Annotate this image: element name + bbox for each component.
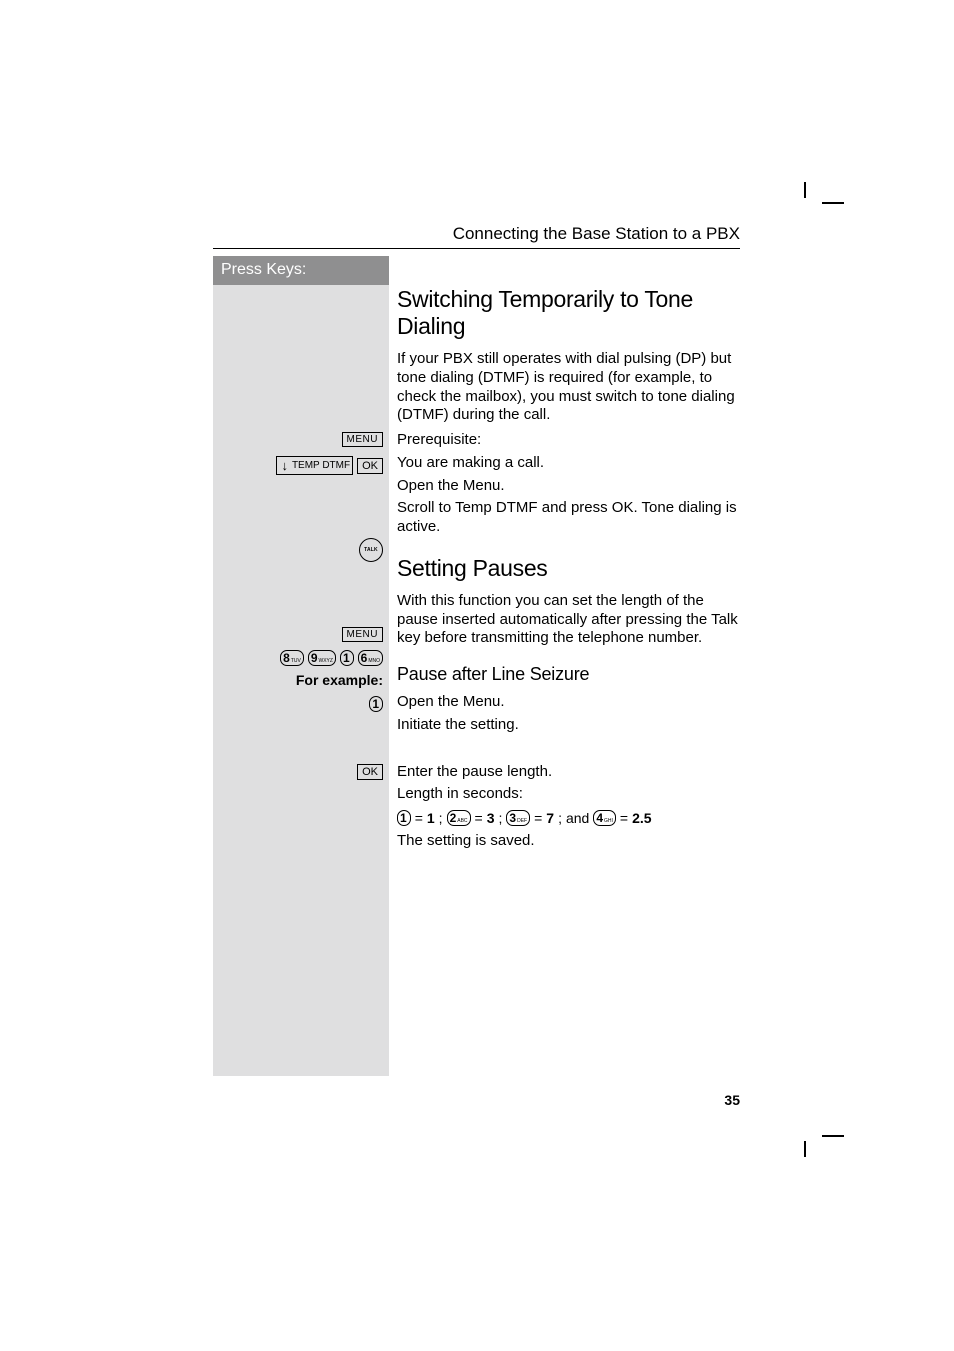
for-example-label-row: For example: [215, 672, 383, 688]
enter-pause-length: Enter the pause length. [397, 763, 740, 782]
press-keys-label: Press Keys: [213, 256, 389, 285]
key-3: 3DEF [506, 810, 530, 826]
key-8[interactable]: 8TUV [280, 650, 304, 666]
key-1[interactable]: 1 [340, 650, 354, 666]
down-arrow-icon: ↓ [279, 458, 290, 473]
key-6[interactable]: 6MNO [358, 650, 383, 666]
tone-open-menu: Open the Menu. [397, 477, 740, 496]
subheading-line-seizure: Pause after Line Seizure [397, 664, 740, 685]
key-row-menu-1: MENU [215, 432, 383, 447]
tempdtmf-label: TEMP DTMF [292, 460, 350, 471]
prereq-label: Prerequisite: [397, 431, 740, 450]
running-header: Connecting the Base Station to a PBX [213, 224, 740, 244]
ok-key[interactable]: OK [357, 458, 383, 474]
content-column: Switching Temporarily to Tone Dialing If… [397, 256, 740, 855]
length-label: Length in seconds: [397, 785, 740, 804]
menu-key[interactable]: MENU [342, 627, 383, 642]
header-rule [213, 248, 740, 249]
key-1[interactable]: 1 [369, 696, 383, 712]
key-4: 4GHI [593, 810, 616, 826]
scroll-tempdtmf-key[interactable]: ↓ TEMP DTMF [276, 456, 353, 475]
key-row-talk: TALK [215, 538, 383, 562]
for-example-label: For example: [215, 672, 383, 688]
setting-saved: The setting is saved. [397, 832, 740, 851]
heading-tone-dialing: Switching Temporarily to Tone Dialing [397, 286, 740, 340]
tone-intro: If your PBX still operates with dial pul… [397, 350, 740, 425]
key-9[interactable]: 9WXYZ [308, 650, 336, 666]
crop-mark-top [804, 182, 838, 202]
key-row-8916: 8TUV 9WXYZ 1 6MNO [215, 650, 383, 666]
heading-setting-pauses: Setting Pauses [397, 555, 740, 582]
length-equation: 1 = 1; 2ABC = 3; 3DEF = 7; and 4GHI = 2.… [397, 810, 740, 826]
talk-key[interactable]: TALK [359, 538, 383, 562]
key-row-ok: OK [215, 764, 383, 780]
page-number: 35 [213, 1092, 740, 1108]
key-row-1: 1 [215, 696, 383, 712]
key-row-tempdtmf: ↓ TEMP DTMF OK [215, 456, 383, 475]
key-2: 2ABC [447, 810, 471, 826]
pauses-talk-desc: With this function you can set the lengt… [397, 592, 740, 648]
tone-scroll-action: Scroll to Temp DTMF and press OK. Tone d… [397, 499, 740, 537]
page: Connecting the Base Station to a PBX Pre… [0, 0, 954, 1351]
pauses-open-menu: Open the Menu. [397, 693, 740, 712]
menu-key[interactable]: MENU [342, 432, 383, 447]
key-row-menu-2: MENU [215, 627, 383, 642]
press-keys-column: Press Keys: MENU ↓ TEMP DTMF OK TALK MEN… [213, 256, 389, 1076]
prereq-text: You are making a call. [397, 454, 740, 473]
crop-mark-bottom [804, 1137, 838, 1157]
key-1: 1 [397, 810, 411, 826]
pauses-initiate: Initiate the setting. [397, 716, 740, 735]
ok-key[interactable]: OK [357, 764, 383, 780]
